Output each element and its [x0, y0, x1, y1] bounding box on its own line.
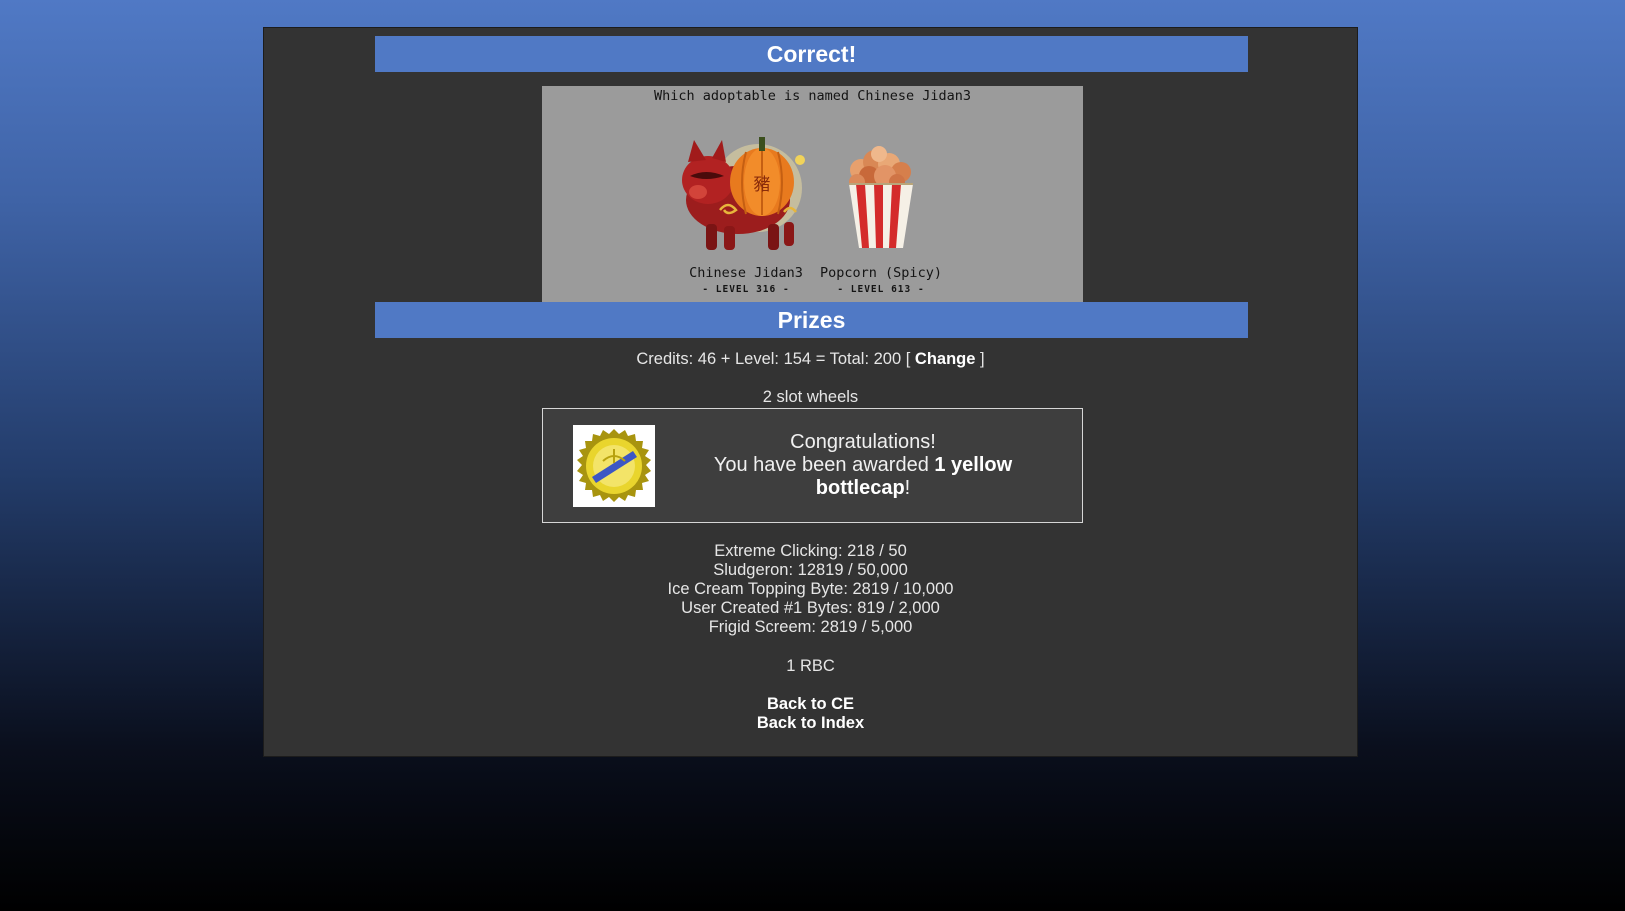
skill-line: User Created #1 Bytes: 819 / 2,000: [681, 599, 940, 617]
credits-line: Credits: 46 + Level: 154 = Total: 200 [ …: [264, 350, 1357, 369]
question-image: Which adoptable is named Chinese Jidan3: [542, 86, 1083, 302]
nav-links: Back to CE Back to Index: [264, 695, 1357, 733]
award-box: Congratulations! You have been awarded 1…: [542, 408, 1083, 523]
award-image: [573, 425, 655, 507]
adoptable-name: Popcorn (Spicy): [820, 265, 942, 281]
change-link[interactable]: Change: [915, 350, 976, 368]
pumpkin-pig-icon: 豬: [682, 137, 805, 250]
yellow-bottlecap-icon: [577, 429, 651, 502]
award-message-suffix: !: [904, 477, 911, 499]
award-message: You have been awarded 1 yellow bottlecap…: [698, 454, 1028, 500]
result-header: Correct!: [375, 36, 1248, 72]
skill-line: Frigid Screem: 2819 / 5,000: [708, 618, 913, 636]
skill-line: Ice Cream Topping Byte: 2819 / 10,000: [667, 580, 954, 598]
skills-list: Extreme Clicking: 218 / 50 Sludgeron: 12…: [264, 542, 1357, 637]
popcorn-icon: [849, 146, 913, 248]
adoptable-choice-popcorn[interactable]: Popcorn (Spicy) - LEVEL 613 -: [811, 132, 951, 295]
back-to-index-link[interactable]: Back to Index: [757, 714, 864, 733]
adoptable-name: Chinese Jidan3: [689, 265, 803, 281]
adoptable-level: - LEVEL 316 -: [702, 284, 790, 295]
award-text: Congratulations! You have been awarded 1…: [698, 431, 1028, 500]
skill-line: Sludgeron: 12819 / 50,000: [713, 561, 908, 579]
back-to-ce-link[interactable]: Back to CE: [767, 695, 854, 714]
svg-text:豬: 豬: [754, 175, 771, 195]
skill-line: Extreme Clicking: 218 / 50: [714, 542, 907, 560]
credits-suffix: ]: [975, 350, 985, 368]
award-message-prefix: You have been awarded: [713, 454, 935, 476]
slot-wheels-text: 2 slot wheels: [762, 388, 859, 406]
main-panel: Correct! Which adoptable is named Chines…: [263, 27, 1358, 757]
award-congrats: Congratulations!: [790, 431, 936, 453]
adoptable-choice-jidan[interactable]: 豬 Chinese Jidan3 - LEVEL 316 -: [676, 132, 816, 295]
rbc-text: 1 RBC: [786, 657, 835, 675]
adoptable-level: - LEVEL 613 -: [837, 284, 925, 295]
credits-text: Credits: 46 + Level: 154 = Total: 200 [: [636, 350, 915, 368]
question-text: Which adoptable is named Chinese Jidan3: [654, 88, 971, 104]
prizes-header: Prizes: [375, 302, 1248, 338]
